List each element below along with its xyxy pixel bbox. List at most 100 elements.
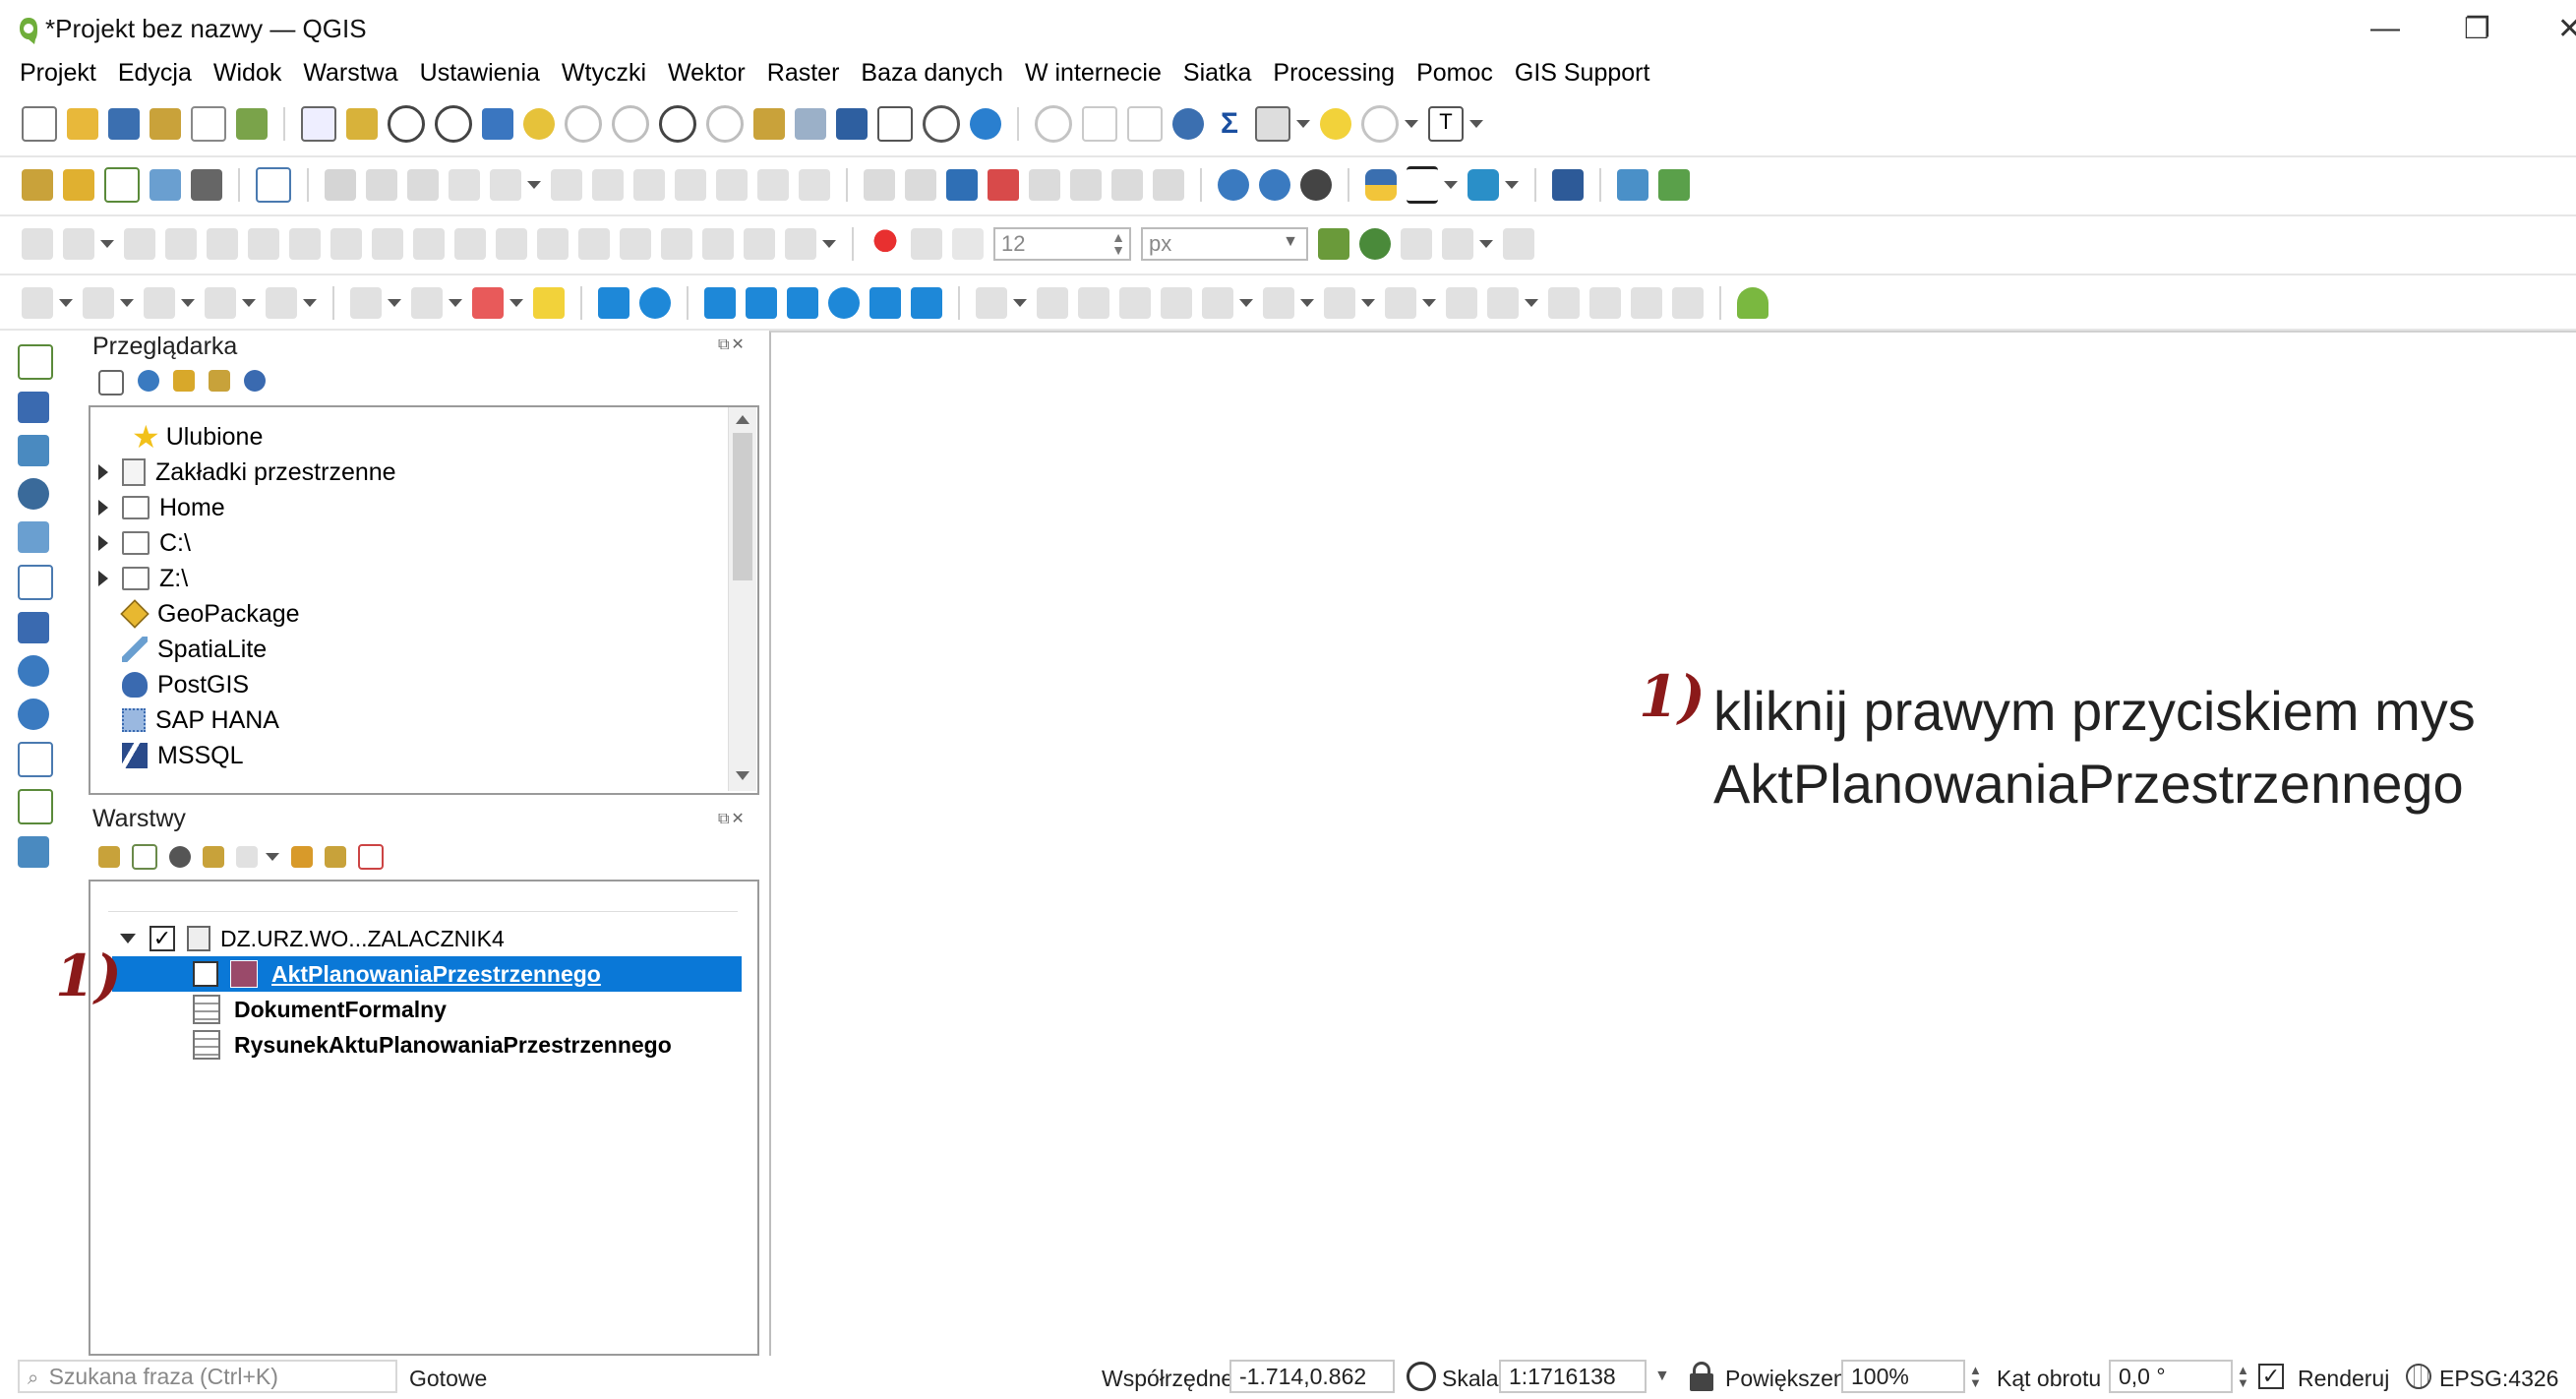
remove-layer-icon[interactable] [358, 844, 384, 870]
snapping-magnet-icon[interactable] [869, 228, 901, 260]
copy-features-icon[interactable] [675, 169, 706, 201]
panel-float-close-icon[interactable]: ⧉✕ [718, 809, 747, 828]
add-point-cloud-icon[interactable] [18, 836, 49, 868]
scroll-up-icon[interactable] [736, 415, 749, 424]
add-vector-layer-icon[interactable] [18, 344, 53, 380]
refresh-icon[interactable] [970, 108, 1001, 140]
pan-hand-icon[interactable] [301, 106, 336, 142]
feature-action-icon[interactable] [976, 287, 1007, 319]
add-wcs-layer-icon[interactable] [18, 742, 53, 777]
browser-item-spatialite[interactable]: SpatiaLite [122, 632, 267, 667]
virtual-layer-icon[interactable] [256, 167, 291, 203]
zoom-next-icon[interactable] [706, 105, 744, 143]
delete-part-icon[interactable] [248, 228, 279, 260]
show-hide-labels-icon[interactable] [1153, 169, 1184, 201]
browser-item-zakladki[interactable]: Zakładki przestrzenne [98, 455, 396, 490]
chevron-down-icon[interactable] [1300, 299, 1314, 307]
add-arc-icon[interactable] [1446, 287, 1477, 319]
expand-arrow-icon[interactable] [98, 500, 108, 516]
open-project-icon[interactable] [67, 108, 98, 140]
menu-widok[interactable]: Widok [213, 59, 281, 92]
chevron-down-icon[interactable] [449, 299, 462, 307]
zoom-last-icon[interactable] [659, 105, 696, 143]
chevron-down-icon[interactable] [1296, 120, 1310, 128]
lock-scale-icon[interactable] [1690, 1362, 1713, 1391]
layers-stack-icon[interactable] [746, 287, 777, 319]
change-label-icon[interactable] [1111, 169, 1143, 201]
menu-wektor[interactable]: Wektor [668, 59, 746, 92]
snap-intersection-icon[interactable] [1401, 228, 1432, 260]
open-styling-icon[interactable] [98, 846, 120, 868]
expand-arrow-icon[interactable] [98, 571, 108, 586]
add-rectangle-icon[interactable] [1324, 287, 1355, 319]
wms-globe-icon[interactable] [1218, 169, 1249, 201]
chevron-down-icon[interactable] [242, 299, 256, 307]
magnifier-field[interactable]: 100% [1841, 1360, 1965, 1393]
layer-row-rysunek[interactable]: RysunekAktuPlanowaniaPrzestrzennego [193, 1027, 672, 1063]
chevron-down-icon[interactable] [1422, 299, 1436, 307]
panel-float-close-icon[interactable]: ⧉✕ [718, 335, 747, 354]
browser-scrollbar[interactable] [728, 407, 756, 791]
rotate-label-icon[interactable] [1070, 169, 1102, 201]
browser-item-z-drive[interactable]: Z:\ [98, 561, 188, 596]
digitize-point-icon[interactable] [449, 169, 480, 201]
add-curve-icon[interactable] [1487, 287, 1519, 319]
menu-ustawienia[interactable]: Ustawienia [420, 59, 540, 92]
tracing-icon[interactable] [1503, 228, 1534, 260]
plugin-blue-icon[interactable] [911, 287, 942, 319]
globe-grid-icon[interactable] [828, 287, 860, 319]
pan-to-selection-icon[interactable] [346, 108, 378, 140]
annotation-icon[interactable] [1361, 105, 1399, 143]
invert-selection-icon[interactable] [266, 287, 297, 319]
metasearch-icon[interactable] [1300, 169, 1332, 201]
deselect-all-icon[interactable] [472, 287, 504, 319]
layer-group-row[interactable]: ✓ DZ.URZ.WO...ZALACZNIK4 [120, 921, 505, 956]
zoom-out-icon[interactable] [435, 105, 472, 143]
new-map-view-icon[interactable] [753, 108, 785, 140]
select-all-icon[interactable] [205, 287, 236, 319]
square-outline-icon[interactable] [869, 287, 901, 319]
menu-warstwa[interactable]: Warstwa [303, 59, 397, 92]
coordinates-field[interactable]: -1.714,0.862 [1229, 1360, 1395, 1393]
topological-editing-icon[interactable] [1318, 228, 1349, 260]
browser-item-postgis[interactable]: PostGIS [122, 667, 249, 702]
label-pin-icon[interactable] [864, 169, 895, 201]
label-abc-icon[interactable] [988, 169, 1019, 201]
snap-tolerance-field[interactable]: 12 ▲ ▼ [993, 227, 1131, 261]
select-location-icon[interactable] [144, 287, 175, 319]
add-raster-layer-icon[interactable] [18, 392, 49, 423]
spinbox-arrows-icon[interactable]: ▲ ▼ [1969, 1364, 1982, 1389]
filter-expression-icon[interactable] [236, 846, 258, 868]
add-vector-tile-icon[interactable] [18, 789, 53, 824]
browser-item-home[interactable]: Home [98, 490, 225, 525]
offset-curve-icon[interactable] [330, 228, 362, 260]
add-virtual-layer-icon[interactable] [18, 565, 53, 600]
paste-features-icon[interactable] [716, 169, 748, 201]
chevron-down-icon[interactable] [1013, 299, 1027, 307]
copy-move-icon[interactable] [1078, 287, 1109, 319]
add-polygon-icon[interactable] [1385, 287, 1416, 319]
merge-attributes-icon[interactable] [496, 228, 527, 260]
plugin-network-icon[interactable] [1617, 169, 1648, 201]
annotation-marker-icon[interactable] [1672, 287, 1704, 319]
move-feature-icon[interactable] [1037, 287, 1068, 319]
text-annotation-icon[interactable]: T [1428, 106, 1464, 142]
add-wms-layer-icon[interactable] [18, 655, 49, 687]
add-group-icon[interactable] [132, 844, 157, 870]
expand-all-icon[interactable] [291, 846, 313, 868]
save-edits-icon[interactable] [407, 169, 439, 201]
menu-raster[interactable]: Raster [767, 59, 840, 92]
zoom-native-icon[interactable] [612, 105, 649, 143]
chevron-down-icon[interactable] [100, 240, 114, 248]
select-features-icon[interactable] [22, 228, 53, 260]
chevron-down-icon[interactable] [388, 299, 401, 307]
avoid-overlap-icon[interactable] [1359, 228, 1391, 260]
new-spatialite-icon[interactable] [150, 169, 181, 201]
nmt-icon[interactable] [704, 287, 736, 319]
undo-icon[interactable] [757, 169, 789, 201]
scrollbar-thumb[interactable] [733, 433, 752, 580]
style-manager-icon[interactable] [236, 108, 268, 140]
layer-row-akt-planowania[interactable]: ✓ AktPlanowaniaPrzestrzennego [193, 956, 601, 992]
vertex-tool-icon[interactable] [551, 169, 582, 201]
delete-ring-icon[interactable] [207, 228, 238, 260]
